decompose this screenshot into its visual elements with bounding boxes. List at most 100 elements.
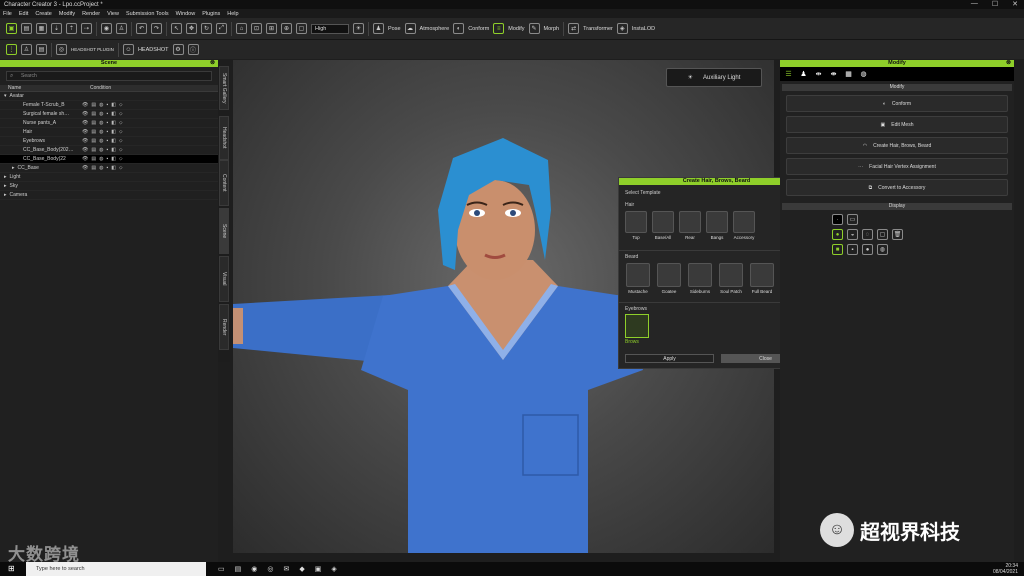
column-condition[interactable]: Condition bbox=[82, 85, 111, 91]
panel-close-icon[interactable]: ⊗ bbox=[1006, 60, 1011, 67]
layer-icon[interactable]: ▪ bbox=[106, 120, 108, 126]
fit-view-icon[interactable]: ⊡ bbox=[251, 23, 262, 34]
render-icon[interactable]: ◧ bbox=[111, 120, 116, 126]
visibility-icon[interactable]: 👁 bbox=[82, 102, 88, 108]
scene-tree-row[interactable]: ▸ CC_Base 👁 ▤ ◍ ▪ ◧ ⬦ bbox=[0, 164, 218, 173]
material-icon[interactable]: ◍ bbox=[99, 147, 103, 153]
move-icon[interactable]: ✥ bbox=[186, 23, 197, 34]
conform-button[interactable]: Conform bbox=[468, 26, 489, 32]
scene-tree-row[interactable]: ▾ Avatar bbox=[0, 92, 218, 101]
visibility-icon[interactable]: 👁 bbox=[82, 111, 88, 117]
grid-icon[interactable]: ⋮ bbox=[6, 44, 17, 55]
menu-file[interactable]: File bbox=[3, 11, 12, 17]
link-icon[interactable]: ⬦ bbox=[119, 111, 123, 117]
expand-arrow-icon[interactable]: ▸ bbox=[12, 165, 15, 171]
convert-accessory-button[interactable]: ⧉ Convert to Accessory bbox=[786, 179, 1008, 196]
tab-smart-gallery[interactable]: Smart Gallery bbox=[219, 66, 229, 110]
edit-mesh-button[interactable]: ▣ Edit Mesh bbox=[786, 116, 1008, 133]
headshot-info-icon[interactable]: ⓘ bbox=[187, 44, 199, 55]
home-view-icon[interactable]: ⌂ bbox=[236, 23, 247, 34]
sliders-tab-icon[interactable]: ☰ bbox=[784, 70, 793, 79]
link-icon[interactable]: ⬦ bbox=[119, 120, 123, 126]
auxiliary-light-button[interactable]: ☀ Auxiliary Light bbox=[666, 68, 762, 87]
scene-tree-row[interactable]: CC_Base_Body(202… 👁 ▤ ◍ ▪ ◧ ⬦ bbox=[0, 146, 218, 155]
morph-button[interactable]: Morph bbox=[544, 26, 560, 32]
layers-icon[interactable]: ▤ bbox=[36, 44, 47, 55]
tab-visual[interactable]: Visual bbox=[219, 256, 229, 302]
hair-template-item[interactable]: Accessory bbox=[733, 211, 755, 240]
menu-modify[interactable]: Modify bbox=[59, 11, 75, 17]
system-tray[interactable]: 20:34 08/04/2021 bbox=[993, 563, 1018, 575]
tab-headshot[interactable]: Headshot bbox=[219, 116, 229, 160]
material-icon[interactable]: ◍ bbox=[99, 102, 103, 108]
layer-icon[interactable]: ▪ bbox=[106, 147, 108, 153]
render-icon[interactable]: ◧ bbox=[111, 165, 116, 171]
link-icon[interactable]: ⬦ bbox=[119, 102, 123, 108]
menu-help[interactable]: Help bbox=[227, 11, 238, 17]
material-icon[interactable]: ◍ bbox=[99, 165, 103, 171]
link-icon[interactable]: ⬦ bbox=[119, 165, 123, 171]
lock-icon[interactable]: ▤ bbox=[91, 111, 96, 117]
scene-search-input[interactable]: ⌕ Search bbox=[6, 71, 212, 81]
display-bbox-icon[interactable]: ▢ bbox=[877, 229, 888, 240]
display-mask-icon[interactable]: ◒ bbox=[847, 229, 858, 240]
modify-button[interactable]: Modify bbox=[508, 26, 524, 32]
scene-tree-row[interactable]: Female T-Scrub_B 👁 ▤ ◍ ▪ ◧ ⬦ bbox=[0, 101, 218, 110]
menu-create[interactable]: Create bbox=[35, 11, 52, 17]
headshot-plugin-icon[interactable]: ◎ bbox=[56, 44, 67, 55]
texture-tab-icon[interactable]: ▦ bbox=[844, 70, 853, 79]
save-icon[interactable]: ▦ bbox=[36, 23, 47, 34]
display-texture-icon[interactable]: ◌ bbox=[862, 229, 873, 240]
link-icon[interactable]: ⬦ bbox=[119, 138, 123, 144]
firefox-icon[interactable]: ◉ bbox=[251, 565, 257, 573]
headshot-settings-icon[interactable]: ⚙ bbox=[172, 44, 184, 55]
menu-edit[interactable]: Edit bbox=[19, 11, 28, 17]
transformer-button[interactable]: Transformer bbox=[583, 26, 613, 32]
material-icon[interactable]: ◍ bbox=[99, 120, 103, 126]
chrome-icon[interactable]: ◎ bbox=[267, 565, 273, 573]
new-project-icon[interactable]: ▣ bbox=[6, 23, 17, 34]
scene-tree-row[interactable]: ▸ Camera bbox=[0, 191, 218, 200]
tab-content[interactable]: Content bbox=[219, 160, 229, 206]
headshot-plugin-label[interactable]: HEADSHOT PLUGIN bbox=[71, 47, 114, 52]
quality-dropdown[interactable]: High bbox=[311, 23, 349, 34]
frame-selected-icon[interactable]: ⊞ bbox=[266, 23, 277, 34]
menu-view[interactable]: View bbox=[107, 11, 119, 17]
open-file-icon[interactable]: ▤ bbox=[21, 23, 32, 34]
scene-tree-row[interactable]: CC_Base_Body(22 👁 ▤ ◍ ▪ ◧ ⬦ bbox=[0, 155, 218, 164]
render-icon[interactable]: ◧ bbox=[111, 111, 116, 117]
app-icon[interactable]: ◆ bbox=[299, 565, 304, 573]
figure-icon[interactable]: ♙ bbox=[116, 23, 127, 34]
wireframe-icon[interactable]: · bbox=[832, 214, 843, 225]
task-view-icon[interactable]: ▭ bbox=[218, 565, 225, 573]
instalod-button[interactable]: InstaLOD bbox=[632, 26, 655, 32]
pose-button[interactable]: Pose bbox=[388, 26, 401, 32]
hair-template-item[interactable]: Top bbox=[625, 211, 647, 240]
scale-icon[interactable]: ⤢ bbox=[216, 23, 227, 34]
windows-start-icon[interactable]: ⊞ bbox=[8, 564, 15, 573]
maximize-button[interactable]: ☐ bbox=[992, 0, 998, 8]
display-visible-icon[interactable]: ■ bbox=[832, 244, 843, 255]
expand-arrow-icon[interactable]: ▸ bbox=[4, 174, 7, 180]
solid-icon[interactable]: ▭ bbox=[847, 214, 858, 225]
beard-template-item[interactable]: Full Beard bbox=[749, 263, 775, 294]
hair-template-item[interactable]: Bangs bbox=[706, 211, 728, 240]
bone-tab-icon[interactable]: ⇼ bbox=[829, 70, 838, 79]
display-color-icon[interactable]: ● bbox=[832, 229, 843, 240]
brows-template[interactable] bbox=[625, 314, 649, 338]
hair-template-item[interactable]: Base/All bbox=[652, 211, 674, 240]
lock-icon[interactable]: ▤ bbox=[91, 129, 96, 135]
morph-icon[interactable]: ✎ bbox=[528, 23, 540, 34]
layer-icon[interactable]: ▪ bbox=[106, 138, 108, 144]
visibility-icon[interactable]: 👁 bbox=[82, 165, 88, 171]
import-icon[interactable]: ⇣ bbox=[51, 23, 62, 34]
modify-icon[interactable]: ≡ bbox=[493, 23, 505, 34]
beard-template-item[interactable]: Sideburns bbox=[687, 263, 713, 294]
scene-tree-row[interactable]: Surgical female sh… 👁 ▤ ◍ ▪ ◧ ⬦ bbox=[0, 110, 218, 119]
pick-icon[interactable]: ◉ bbox=[101, 23, 112, 34]
light-toggle-icon[interactable]: ☀ bbox=[353, 23, 364, 34]
scene-tree-row[interactable]: Eyebrows 👁 ▤ ◍ ▪ ◧ ⬦ bbox=[0, 137, 218, 146]
hair-template-item[interactable]: Rear bbox=[679, 211, 701, 240]
lock-icon[interactable]: ▤ bbox=[91, 147, 96, 153]
menu-submission-tools[interactable]: Submission Tools bbox=[126, 11, 169, 17]
